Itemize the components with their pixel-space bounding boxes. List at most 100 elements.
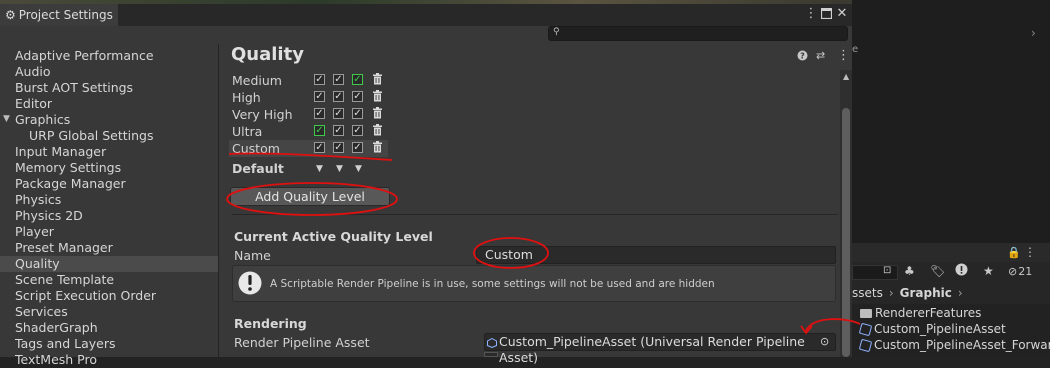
search-icon: ⚲	[553, 27, 560, 37]
name-label: Name	[234, 248, 271, 263]
expand-arrow-icon[interactable]: ▼	[3, 114, 10, 124]
kebab-icon[interactable]: ⋮	[1024, 245, 1036, 259]
svg-text:?: ?	[800, 52, 805, 61]
default-label: Default	[232, 161, 284, 176]
trash-icon[interactable]	[372, 90, 383, 105]
maximize-icon[interactable]	[819, 5, 833, 21]
chevron-right-icon[interactable]: ›	[1031, 26, 1036, 40]
project-item-asset[interactable]: Custom_PipelineAsset	[858, 321, 1006, 337]
partial-text: e	[852, 44, 859, 55]
level-ultra[interactable]: Ultra	[232, 123, 262, 140]
level-platform-checkbox[interactable]: ✓	[333, 125, 344, 136]
sidebar-item-quality[interactable]: Quality	[15, 256, 60, 272]
name-field[interactable]: Custom	[476, 246, 836, 264]
chevron-down-icon[interactable]: ▼	[336, 164, 343, 174]
sidebar-item-burst[interactable]: Burst AOT Settings	[15, 80, 133, 96]
sidebar-item-package-manager[interactable]: Package Manager	[15, 176, 126, 192]
chevron-right-icon: ›	[888, 286, 894, 300]
sidebar-item-audio[interactable]: Audio	[15, 64, 51, 80]
breadcrumb: ssets › Graphic ›	[852, 286, 963, 300]
sidebar-item-memory[interactable]: Memory Settings	[15, 160, 121, 176]
info-text: A Scriptable Render Pipeline is in use, …	[270, 278, 715, 290]
level-platform-checkbox[interactable]: ✓	[352, 91, 363, 102]
level-platform-checkbox[interactable]: ✓	[352, 108, 363, 119]
favorite-star-icon[interactable]: ★	[983, 264, 994, 278]
folder-icon	[860, 308, 872, 318]
presets-icon[interactable]: ⇄	[816, 49, 825, 62]
level-platform-checkbox[interactable]: ✓	[333, 142, 344, 153]
inspector-area	[852, 0, 1050, 243]
level-platform-checkbox[interactable]: ✓	[333, 91, 344, 102]
level-platform-checkbox[interactable]: ✓	[314, 142, 325, 153]
sidebar-item-adaptive-performance[interactable]: Adaptive Performance	[15, 48, 154, 64]
scrollbar-thumb[interactable]	[842, 108, 850, 357]
search-by-label-icon[interactable]: ♣	[904, 264, 915, 278]
lock-icon[interactable]: 🔒	[1007, 246, 1021, 259]
window-titlebar	[0, 4, 852, 26]
add-quality-level-button[interactable]: Add Quality Level	[230, 187, 390, 206]
search-by-type-icon[interactable]: ⊡	[883, 265, 891, 276]
sidebar-item-preset-manager[interactable]: Preset Manager	[15, 240, 113, 256]
level-platform-checkbox[interactable]: ✓	[314, 108, 325, 119]
sidebar-item-physics-2d[interactable]: Physics 2D	[15, 208, 83, 224]
kebab-icon[interactable]: ⋮	[804, 5, 818, 21]
window-tab[interactable]: ⚙ Project Settings	[0, 4, 118, 26]
level-platform-checkbox[interactable]: ✓	[314, 74, 325, 85]
breadcrumb-graphic[interactable]: Graphic	[900, 286, 952, 300]
sidebar-item-textmesh-pro[interactable]: TextMesh Pro	[15, 352, 97, 368]
trash-icon[interactable]	[372, 141, 383, 156]
level-platform-checkbox[interactable]: ✓	[352, 125, 363, 136]
sidebar-item-services[interactable]: Services	[15, 304, 68, 320]
pipeline-asset-field[interactable]: Custom_PipelineAsset (Universal Render P…	[484, 333, 836, 365]
chevron-down-icon[interactable]: ▼	[355, 164, 362, 174]
warning-filter-icon[interactable]	[955, 263, 968, 279]
level-platform-checkbox[interactable]: ✓	[333, 108, 344, 119]
trash-icon[interactable]	[372, 124, 383, 139]
level-medium[interactable]: Medium	[232, 72, 282, 89]
sidebar-item-urp-global[interactable]: URP Global Settings	[29, 128, 153, 144]
chevron-down-icon[interactable]: ▼	[316, 164, 323, 174]
level-platform-checkbox[interactable]: ✓	[314, 125, 325, 136]
object-picker-icon[interactable]: ⊙	[820, 335, 829, 348]
help-icon[interactable]: ?	[797, 50, 808, 64]
project-item-folder[interactable]: RendererFeatures	[860, 305, 981, 321]
sidebar-item-physics[interactable]: Physics	[15, 192, 61, 208]
kebab-icon[interactable]: ⋮	[837, 48, 850, 63]
level-platform-checkbox[interactable]: ✓	[333, 74, 344, 85]
trash-icon[interactable]	[372, 107, 383, 122]
gear-icon: ⚙	[5, 8, 16, 22]
asset-icon	[858, 322, 873, 336]
sidebar-item-graphics[interactable]: Graphics	[15, 112, 70, 128]
warning-icon	[237, 268, 263, 298]
level-very-high[interactable]: Very High	[232, 106, 293, 123]
search-input[interactable]: ⚲	[548, 26, 848, 41]
level-high[interactable]: High	[232, 89, 261, 106]
tag-icon[interactable]: 🏷	[930, 264, 945, 278]
sidebar-item-editor[interactable]: Editor	[15, 96, 52, 112]
asset-icon	[858, 338, 873, 352]
asset-icon	[487, 337, 497, 351]
sidebar-item-tags-layers[interactable]: Tags and Layers	[15, 336, 116, 352]
trash-icon[interactable]	[372, 73, 383, 88]
sidebar-item-input-manager[interactable]: Input Manager	[15, 144, 106, 160]
level-platform-checkbox[interactable]: ✓	[352, 142, 363, 153]
level-platform-checkbox[interactable]: ✓	[314, 91, 325, 102]
sidebar-item-player[interactable]: Player	[15, 224, 54, 240]
breadcrumb-assets[interactable]: ssets	[852, 286, 883, 300]
project-item-asset[interactable]: Custom_PipelineAsset_Forwar	[858, 337, 1050, 353]
pipeline-label: Render Pipeline Asset	[234, 335, 370, 350]
pipeline-asset-value: Custom_PipelineAsset (Universal Render P…	[499, 334, 805, 365]
sidebar-item-scene-template[interactable]: Scene Template	[15, 272, 114, 288]
hidden-count[interactable]: ⊘ 21	[1008, 265, 1032, 278]
sidebar-item-script-execution[interactable]: Script Execution Order	[15, 288, 156, 304]
scroll-up-icon[interactable]: ▲	[843, 72, 849, 81]
sidebar-item-shadergraph[interactable]: ShaderGraph	[15, 320, 98, 336]
level-custom[interactable]: Custom	[232, 140, 280, 157]
page-title: Quality	[231, 44, 304, 65]
level-platform-checkbox[interactable]: ✓	[352, 74, 363, 85]
eye-slash-icon: ⊘	[1008, 265, 1018, 278]
close-icon[interactable]: ✕	[835, 5, 849, 21]
window-title: Project Settings	[18, 8, 113, 22]
partial-checkbox[interactable]	[484, 352, 498, 357]
rendering-header: Rendering	[234, 316, 307, 331]
